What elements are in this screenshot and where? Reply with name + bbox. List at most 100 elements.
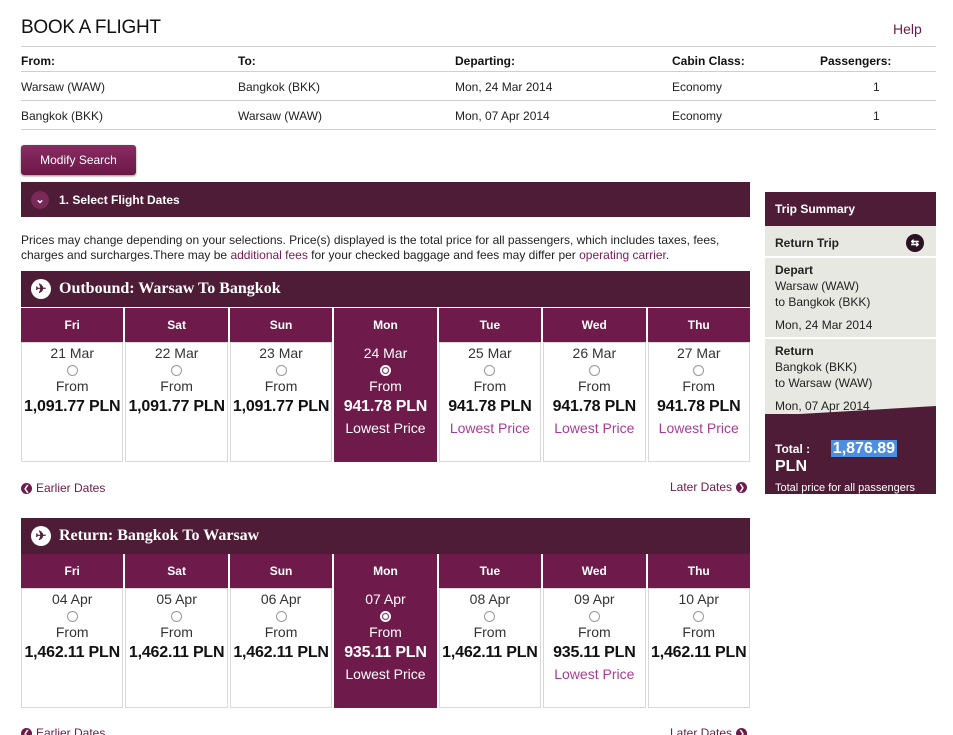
price-label: 1,091.77 PLN — [24, 398, 121, 415]
radio-button[interactable] — [484, 611, 496, 622]
date-option[interactable]: 24 Mar From 941.78 PLN Lowest Price — [334, 342, 437, 462]
chevron-right-icon: ❯ — [736, 481, 748, 493]
day-header: Fri — [21, 554, 124, 588]
return-title: Return: Bangkok To Warsaw — [59, 527, 260, 544]
date-option[interactable]: 27 Mar From 941.78 PLN Lowest Price — [647, 342, 750, 462]
date-option[interactable]: 21 Mar From 1,091.77 PLN — [21, 342, 124, 462]
price-label: 941.78 PLN — [552, 398, 637, 415]
price-label: 941.78 PLN — [448, 398, 532, 415]
depart-from: Warsaw (WAW) — [775, 279, 859, 293]
operating-carrier-link[interactable]: operating carrier — [579, 248, 666, 262]
radio-button[interactable] — [588, 611, 600, 622]
total-currency: PLN — [775, 458, 807, 475]
date-label: 22 Mar — [154, 345, 199, 361]
date-option[interactable]: 07 Apr From 935.11 PLN Lowest Price — [334, 588, 437, 708]
from-label: From — [160, 624, 193, 640]
day-header: Wed — [543, 308, 646, 342]
return-day-headers: Fri Sat Sun Mon Tue Wed Thu — [21, 554, 750, 588]
date-option[interactable]: 25 Mar From 941.78 PLN Lowest Price — [438, 342, 542, 462]
date-option[interactable]: 10 Apr From 1,462.11 PLN — [647, 588, 750, 708]
date-option[interactable]: 22 Mar From 1,091.77 PLN — [125, 342, 228, 462]
day-header: Sat — [125, 554, 228, 588]
radio-button[interactable] — [693, 365, 705, 376]
date-option[interactable]: 08 Apr From 1,462.11 PLN — [438, 588, 542, 708]
outbound-earlier-dates-link[interactable]: ❮ Earlier Dates — [21, 481, 105, 495]
date-label: 24 Mar — [363, 345, 408, 361]
radio-button[interactable] — [275, 365, 287, 376]
depart-to: to Bangkok (BKK) — [775, 295, 871, 309]
table-cell: Mon, 07 Apr 2014 — [455, 109, 550, 123]
plane-icon: ✈ — [31, 279, 51, 299]
radio-button[interactable] — [484, 365, 496, 376]
date-option[interactable]: 23 Mar From 1,091.77 PLN — [229, 342, 333, 462]
later-dates-label: Later Dates — [670, 726, 733, 735]
column-header: Departing: — [455, 54, 515, 68]
chevron-down-icon[interactable]: ⌄ — [31, 190, 49, 209]
radio-button[interactable] — [171, 611, 183, 622]
from-label: From — [473, 624, 507, 640]
radio-button[interactable] — [171, 365, 183, 376]
lowest-price-label: Lowest Price — [554, 666, 635, 682]
day-header: Tue — [438, 554, 542, 588]
divider — [21, 129, 936, 130]
total-amount: 1,876.89 — [830, 440, 898, 457]
table-cell: Bangkok (BKK) — [238, 80, 321, 94]
radio-button[interactable] — [588, 365, 600, 376]
radio-button[interactable] — [275, 611, 287, 622]
later-dates-label: Later Dates — [670, 480, 733, 494]
column-header: Cabin Class: — [672, 54, 745, 68]
note-text: for your checked baggage and fees may di… — [307, 248, 580, 262]
day-header: Thu — [647, 308, 750, 342]
modify-search-button[interactable]: Modify Search — [21, 145, 136, 175]
outbound-later-dates-link[interactable]: Later Dates ❯ — [670, 480, 748, 494]
radio-button[interactable] — [379, 365, 391, 376]
date-option[interactable]: 09 Apr From 935.11 PLN Lowest Price — [543, 588, 646, 708]
day-header: Sat — [125, 308, 228, 342]
from-label: From — [577, 378, 611, 394]
from-label: From — [473, 378, 507, 394]
date-option[interactable]: 26 Mar From 941.78 PLN Lowest Price — [543, 342, 646, 462]
date-option[interactable]: 06 Apr From 1,462.11 PLN — [229, 588, 333, 708]
table-cell: Warsaw (WAW) — [238, 109, 322, 123]
return-date-cells: 04 Apr From 1,462.11 PLN 05 Apr From 1,462.11… — [21, 588, 750, 708]
outbound-title: Outbound: Warsaw To Bangkok — [59, 280, 281, 297]
table-cell: Warsaw (WAW) — [21, 80, 105, 94]
radio-button[interactable] — [66, 611, 78, 622]
table-cell: Bangkok (BKK) — [21, 109, 104, 123]
column-header: From: — [21, 54, 55, 68]
return-trip-icon: ⇆ — [906, 234, 924, 252]
table-cell: Economy — [672, 80, 723, 94]
return-from: Bangkok (BKK) — [775, 360, 858, 374]
day-header: Tue — [438, 308, 542, 342]
day-header: Mon — [334, 308, 437, 342]
table-cell: 1 — [873, 80, 880, 94]
return-later-dates-link[interactable]: Later Dates ❯ — [670, 726, 748, 735]
from-label: From — [160, 378, 193, 394]
lowest-price-label: Lowest Price — [345, 420, 426, 436]
from-label: From — [369, 624, 402, 640]
date-option[interactable]: 05 Apr From 1,462.11 PLN — [125, 588, 228, 708]
step-title: 1. Select Flight Dates — [59, 192, 180, 207]
day-header: Fri — [21, 308, 124, 342]
additional-fees-link[interactable]: additional fees — [230, 248, 307, 262]
step-header[interactable]: ⌄ 1. Select Flight Dates — [21, 182, 750, 217]
date-label: 06 Apr — [260, 591, 302, 607]
radio-button[interactable] — [379, 611, 391, 622]
price-label: 935.11 PLN — [344, 644, 427, 661]
divider — [21, 71, 936, 72]
help-link[interactable]: Help — [893, 21, 922, 37]
table-cell: 1 — [873, 109, 880, 123]
total-note: Total price for all passengers — [775, 482, 916, 494]
return-earlier-dates-link[interactable]: ❮ Earlier Dates — [21, 726, 105, 735]
date-option[interactable]: 04 Apr From 1,462.11 PLN — [21, 588, 124, 708]
date-label: 04 Apr — [51, 591, 93, 607]
earlier-dates-label: Earlier Dates — [36, 481, 106, 495]
radio-button[interactable] — [693, 611, 705, 622]
date-label: 07 Apr — [365, 591, 406, 607]
divider — [21, 100, 936, 101]
price-label: 1,462.11 PLN — [24, 644, 120, 661]
return-label: Return — [775, 344, 814, 358]
date-label: 23 Mar — [259, 345, 303, 361]
day-header: Sun — [229, 308, 333, 342]
radio-button[interactable] — [66, 365, 78, 376]
